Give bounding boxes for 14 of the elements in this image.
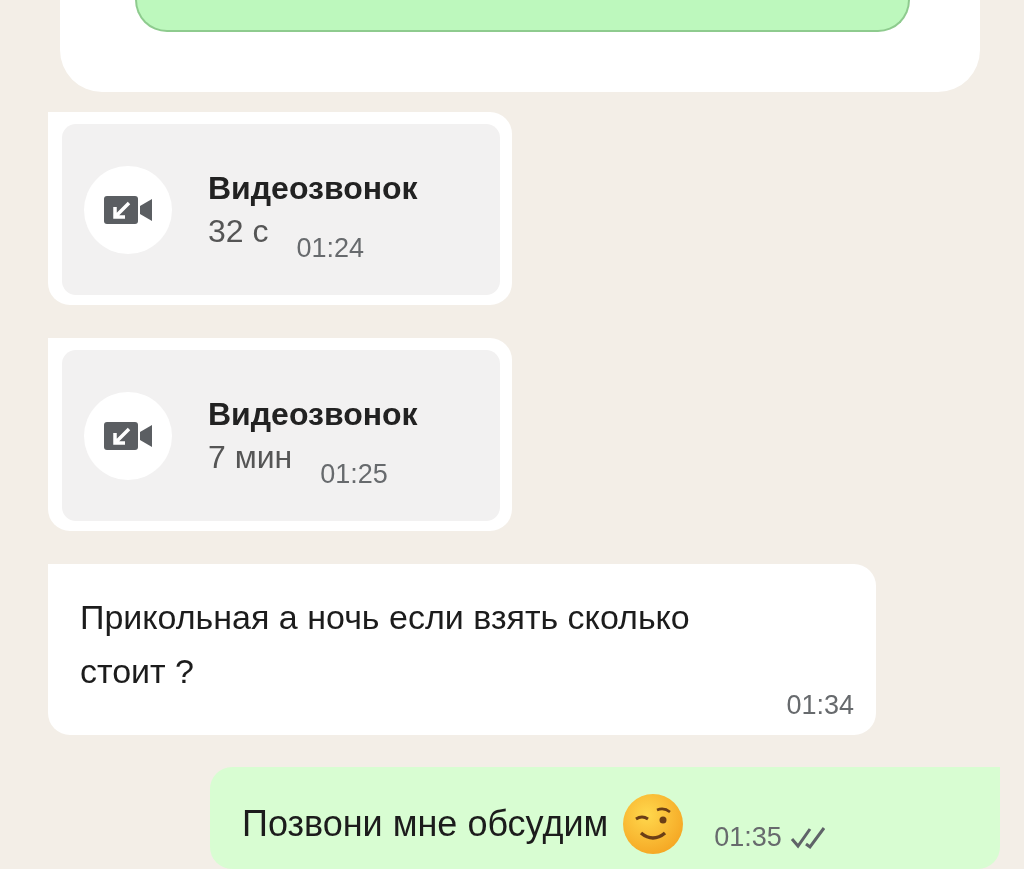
message-text: Прикольная а ночь если взять сколько стоит ?: [80, 597, 691, 692]
call-bubble[interactable]: Видеозвонок 7 мин 01:25: [48, 338, 512, 531]
video-camera-icon: [102, 419, 154, 452]
message-time: 01:35: [714, 822, 782, 853]
call-duration: 32 с: [208, 212, 269, 250]
video-camera-icon: [102, 193, 154, 226]
message-time: 01:25: [320, 458, 388, 490]
message-time: 01:34: [786, 690, 854, 721]
call-bubble[interactable]: Видеозвонок 32 с 01:24: [48, 112, 512, 305]
message-text: Позвони мне обсудим: [242, 803, 609, 845]
call-title: Видеозвонок: [208, 169, 418, 207]
call-duration: 7 мин: [208, 438, 293, 476]
call-title: Видеозвонок: [208, 395, 418, 433]
message-time: 01:24: [296, 232, 365, 264]
